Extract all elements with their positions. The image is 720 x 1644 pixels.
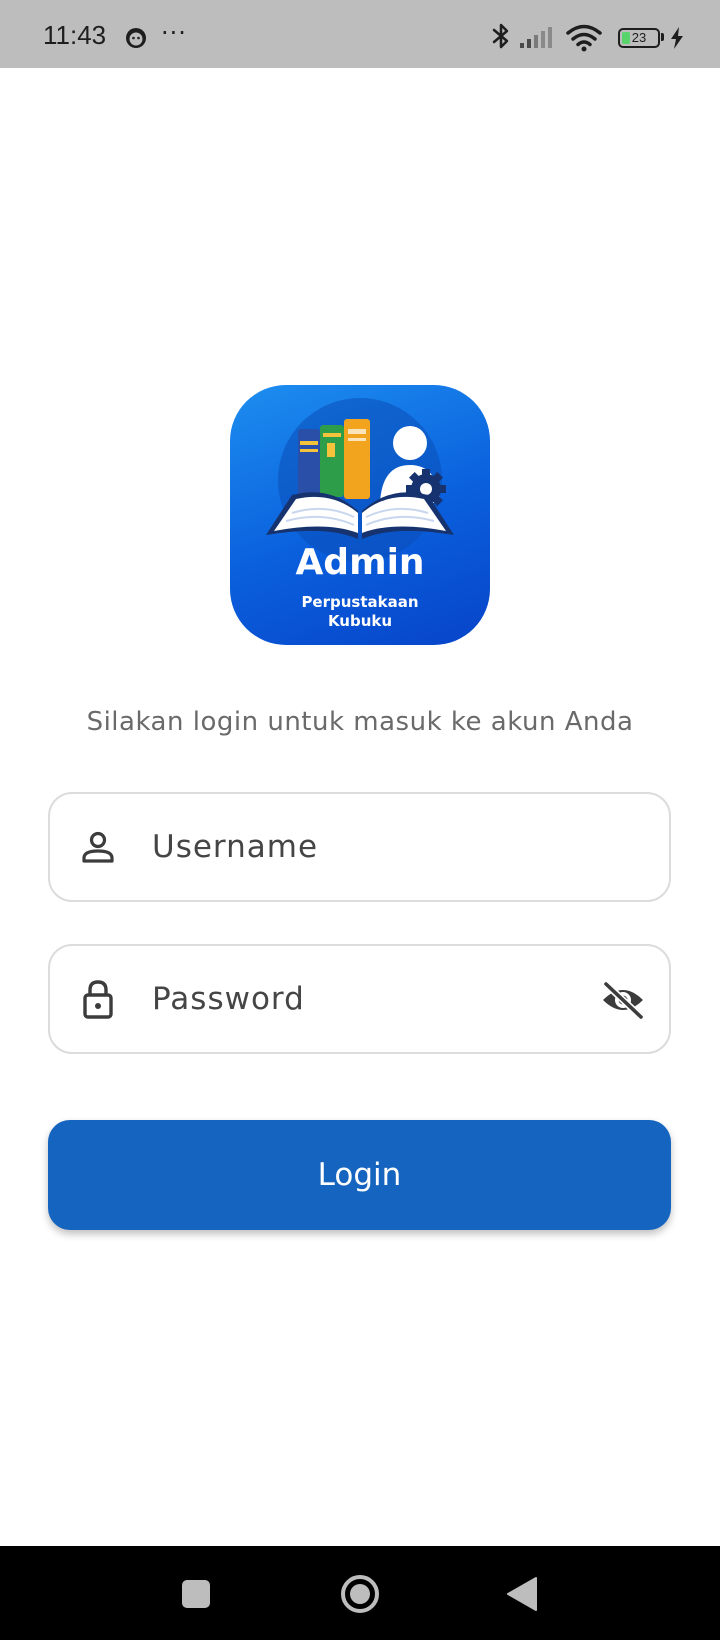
username-input[interactable] [152, 822, 572, 872]
app-logo: Admin Perpustakaan Kubuku [230, 385, 490, 645]
person-icon [82, 831, 114, 863]
bluetooth-icon [492, 23, 509, 49]
back-triangle-icon [507, 1577, 537, 1611]
lock-icon [83, 980, 113, 1019]
home-button[interactable] [320, 1546, 400, 1640]
recents-button[interactable] [156, 1546, 236, 1640]
charging-icon [671, 27, 683, 49]
visibility-off-icon[interactable] [600, 980, 646, 1020]
system-navigation-bar [0, 1546, 720, 1640]
app-icon-subtitle-2: Kubuku [327, 612, 393, 630]
more-notifications-indicator: ··· [161, 19, 187, 47]
wifi-icon [566, 24, 602, 52]
signal-icon [520, 27, 552, 48]
home-circle-icon [341, 1575, 379, 1613]
battery-terminal [661, 33, 664, 41]
login-instruction: Silakan login untuk masuk ke akun Anda [86, 707, 634, 737]
app-icon-title: Admin [295, 542, 425, 583]
password-input[interactable] [152, 974, 572, 1024]
login-button[interactable]: Login [48, 1120, 671, 1230]
status-time: 11:43 [43, 20, 107, 50]
back-button[interactable] [482, 1546, 562, 1640]
password-field[interactable] [48, 944, 671, 1054]
status-bar: 11:43 ··· 23 [0, 0, 720, 68]
battery-icon: 23 [618, 28, 660, 48]
app-icon-subtitle-1: Perpustakaan [301, 593, 419, 611]
username-field[interactable] [48, 792, 671, 902]
face-notification-icon [126, 28, 146, 48]
recents-square-icon [182, 1580, 210, 1608]
battery-level: 23 [631, 30, 647, 45]
